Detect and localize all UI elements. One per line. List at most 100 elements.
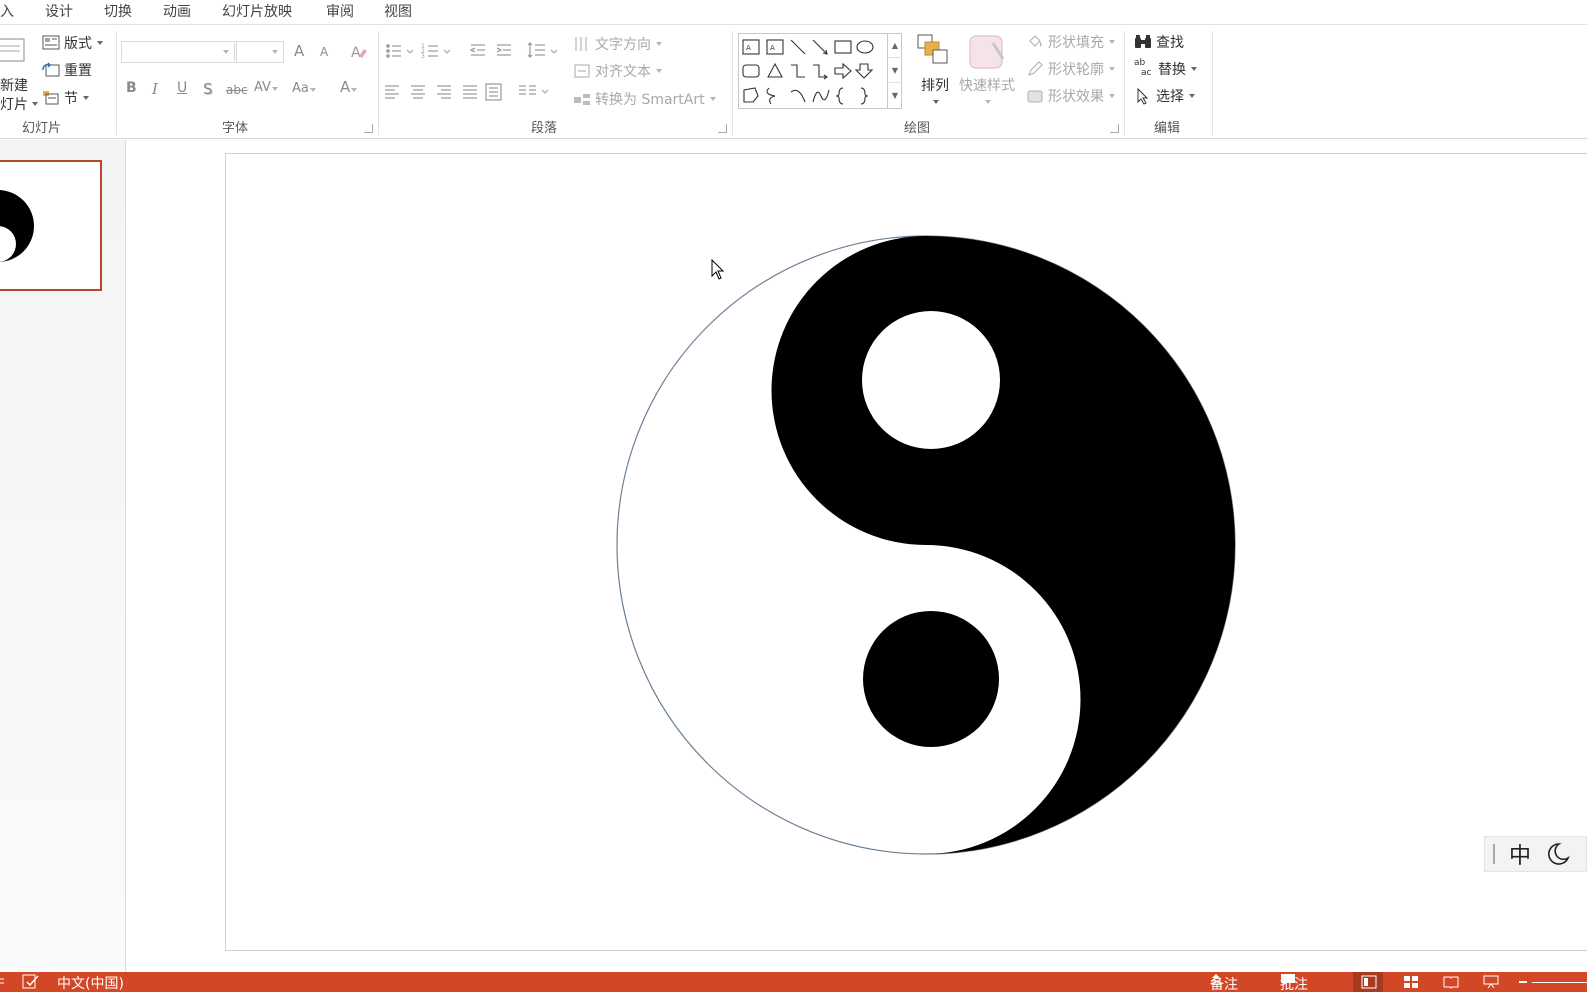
replace-label: 替换	[1158, 62, 1186, 78]
menu-transitions[interactable]: 切换	[104, 1, 132, 21]
yin-yang-shape[interactable]	[226, 154, 1587, 952]
strikethrough-button[interactable]: abc	[226, 83, 248, 97]
replace-icon-top: ab	[1134, 58, 1146, 68]
find-label: 查找	[1156, 35, 1184, 51]
half-moon-icon[interactable]	[1545, 841, 1571, 867]
menu-animations[interactable]: 动画	[163, 1, 191, 21]
font-size-combo[interactable]	[236, 41, 284, 63]
chevron-down-icon	[271, 87, 278, 91]
slide-canvas[interactable]	[225, 153, 1587, 951]
new-slide-label-2[interactable]: 灯片	[0, 94, 38, 114]
slide-thumbnail[interactable]	[0, 160, 102, 291]
zoom-out-icon[interactable]	[1519, 981, 1527, 983]
character-spacing-button[interactable]: AV	[254, 80, 278, 95]
slide-indicator-icon	[0, 978, 4, 984]
select-label: 选择	[1156, 89, 1184, 105]
italic-button[interactable]: I	[152, 80, 158, 98]
ime-toolbar[interactable]: 中	[1484, 836, 1587, 872]
font-dialog-launcher[interactable]	[364, 124, 373, 133]
paint-bucket-icon	[1029, 35, 1042, 47]
menu-slideshow[interactable]: 幻灯片放映	[222, 1, 292, 21]
section-icon	[43, 91, 59, 105]
arrange-icon	[917, 34, 948, 64]
yin-yang-dark-dot[interactable]	[863, 611, 999, 747]
shape-fill-button[interactable]: 形状填充	[1026, 32, 1115, 52]
underline-button[interactable]: U	[177, 80, 187, 96]
change-case-label: Aa	[292, 81, 309, 96]
chevron-down-icon	[1109, 40, 1115, 44]
chevron-down-icon	[351, 88, 358, 92]
yin-yang-thumbnail	[0, 190, 34, 262]
font-group-label: 字体	[222, 121, 249, 136]
svg-text:3: 3	[421, 53, 425, 60]
yin-yang-light-dot[interactable]	[862, 311, 1000, 449]
slides-group-label: 幻灯片	[22, 121, 62, 136]
gallery-more-icon[interactable]: ▼	[888, 83, 902, 108]
chevron-down-icon	[933, 100, 939, 104]
chevron-down-icon	[97, 41, 103, 45]
chevron-down-icon	[309, 88, 316, 92]
chevron-down-icon	[656, 42, 662, 46]
normal-view-icon[interactable]	[1361, 975, 1377, 989]
menu-view[interactable]: 视图	[384, 1, 412, 21]
arrange-button[interactable]: 排列	[911, 33, 959, 104]
convert-smartart-button[interactable]: 转换为 SmartArt	[573, 89, 716, 109]
drawing-dialog-launcher[interactable]	[1110, 124, 1119, 133]
shape-outline-button[interactable]: 形状轮廓	[1026, 59, 1115, 79]
shapes-gallery[interactable]: A A	[738, 33, 902, 109]
chevron-down-icon	[1109, 94, 1115, 98]
shape-effects-button[interactable]: 形状效果	[1026, 86, 1115, 106]
svg-text:A: A	[746, 44, 751, 52]
notes-button[interactable]: 备注	[1210, 973, 1238, 992]
menu-insert[interactable]: 入	[0, 1, 14, 21]
ime-grip-handle[interactable]	[1493, 844, 1495, 864]
shape-outline-label: 形状轮廓	[1048, 62, 1104, 78]
comments-button[interactable]: 批注	[1280, 973, 1308, 992]
chevron-down-icon	[985, 100, 991, 104]
slide-thumbnails-pane[interactable]	[0, 140, 126, 972]
quick-styles-button[interactable]: 快速样式	[955, 33, 1019, 104]
clear-formatting-icon[interactable]: A	[350, 43, 368, 61]
text-direction-button[interactable]: 文字方向	[573, 34, 662, 54]
reading-view-icon[interactable]	[1443, 975, 1459, 989]
align-text-button[interactable]: 对齐文本	[573, 61, 662, 81]
spell-check-icon[interactable]	[22, 974, 40, 990]
new-slide-icon	[0, 38, 25, 62]
menu-design[interactable]: 设计	[45, 1, 73, 21]
status-bar: 中文(中国) 备注 批注	[0, 972, 1587, 992]
new-slide-button[interactable]	[0, 37, 26, 69]
font-name-combo[interactable]	[121, 41, 235, 63]
paragraph-icons[interactable]: 1 2 3	[385, 39, 570, 109]
scroll-down-icon[interactable]: ▼	[888, 58, 902, 83]
shadow-button[interactable]: S	[203, 80, 213, 98]
zoom-slider[interactable]	[1532, 982, 1587, 983]
grow-font-button[interactable]: A	[294, 42, 304, 60]
replace-button[interactable]: ab ac 替换	[1134, 58, 1197, 79]
language-indicator[interactable]: 中文(中国)	[57, 973, 124, 992]
convert-smartart-label: 转换为 SmartArt	[595, 92, 705, 108]
layout-button[interactable]: 版式	[42, 33, 103, 53]
arrange-label: 排列	[921, 78, 949, 94]
chevron-down-icon	[656, 69, 662, 73]
new-slide-label-1[interactable]: 新建	[0, 75, 28, 95]
menu-review[interactable]: 审阅	[326, 1, 354, 21]
shape-effects-icon	[1027, 90, 1043, 103]
slideshow-view-icon[interactable]	[1483, 975, 1499, 989]
paragraph-dialog-launcher[interactable]	[718, 124, 727, 133]
change-case-button[interactable]: Aa	[292, 81, 316, 96]
select-button[interactable]: 选择	[1134, 86, 1195, 106]
shrink-font-button[interactable]: A	[320, 45, 328, 59]
find-button[interactable]: 查找	[1134, 32, 1184, 52]
chevron-down-icon	[1189, 94, 1195, 98]
ime-mode-toggle[interactable]: 中	[1509, 838, 1531, 870]
reset-label: 重置	[64, 63, 92, 79]
font-color-button[interactable]: A	[340, 78, 358, 96]
smartart-icon	[574, 94, 590, 105]
bold-button[interactable]: B	[126, 80, 137, 96]
scroll-up-icon[interactable]: ▲	[888, 33, 902, 58]
quick-styles-label: 快速样式	[959, 78, 1015, 94]
shapes-gallery-scroll[interactable]: ▲ ▼ ▼	[887, 33, 902, 109]
reset-button[interactable]: 重置	[42, 60, 92, 80]
slide-sorter-icon[interactable]	[1403, 975, 1419, 989]
section-button[interactable]: 节	[42, 88, 89, 108]
